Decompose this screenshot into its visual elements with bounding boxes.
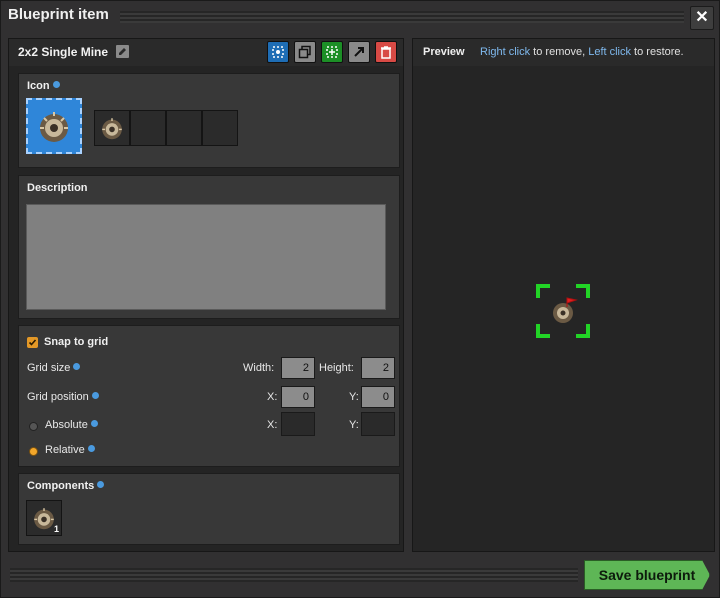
pos-x-input[interactable]: 0 (281, 386, 315, 408)
abs-x-input[interactable] (281, 412, 315, 436)
snap-checkbox[interactable] (27, 336, 38, 348)
export-button[interactable] (348, 41, 370, 63)
mining-drill-icon (40, 112, 68, 142)
icon-slot[interactable] (202, 110, 238, 146)
relative-radio[interactable] (29, 447, 38, 456)
blueprint-icon-main[interactable] (26, 98, 82, 154)
delete-button[interactable] (375, 41, 397, 63)
relative-label: Relative (45, 444, 95, 456)
rename-icon[interactable] (116, 45, 129, 58)
select-green-icon (326, 46, 338, 58)
info-icon[interactable] (73, 363, 81, 370)
height-label: Height: (319, 362, 354, 374)
info-icon[interactable] (90, 420, 98, 427)
preview-canvas[interactable] (413, 66, 714, 551)
info-icon[interactable] (52, 81, 60, 88)
abs-x-label: X: (267, 419, 278, 431)
select-green-button[interactable] (321, 41, 343, 63)
grid-position-label: Grid position (27, 391, 99, 403)
mining-drill-icon (553, 303, 573, 323)
blueprint-name: 2x2 Single Mine (18, 45, 109, 59)
pos-y-label: Y: (349, 391, 359, 403)
footer: Save blueprint (0, 556, 720, 598)
blueprint-header: 2x2 Single Mine (9, 39, 403, 66)
abs-y-input[interactable] (361, 412, 395, 436)
select-area-button[interactable] (267, 41, 289, 63)
width-label: Width: (243, 362, 275, 374)
snap-to-grid-row[interactable]: Snap to grid (27, 336, 108, 348)
height-input[interactable]: 2 (361, 357, 395, 379)
copy-button[interactable] (294, 41, 316, 63)
component-count: 1 (53, 524, 59, 534)
component-slot[interactable]: 1 (26, 500, 62, 536)
blueprint-toolbar (267, 41, 397, 63)
preview-header: Preview Right click to remove, Left clic… (413, 39, 714, 66)
width-input[interactable]: 2 (281, 357, 315, 379)
drag-handle[interactable] (120, 11, 684, 23)
preview-title: Preview (423, 46, 465, 58)
export-icon (354, 47, 364, 57)
window-title: Blueprint item (8, 6, 109, 23)
close-button[interactable]: ✕ (690, 6, 714, 30)
preview-entity[interactable] (534, 282, 592, 340)
pos-y-input[interactable]: 0 (361, 386, 395, 408)
title-bar[interactable]: Blueprint item ✕ (0, 0, 720, 34)
snap-label: Snap to grid (44, 336, 109, 348)
info-icon[interactable] (87, 445, 95, 452)
icon-section: Icon (18, 73, 400, 168)
checkmark-icon (28, 338, 37, 346)
absolute-label: Absolute (45, 419, 98, 431)
icon-slot[interactable] (130, 110, 166, 146)
preview-hint: Right click to remove, Left click to res… (480, 46, 684, 58)
icon-slot[interactable] (166, 110, 202, 146)
icon-section-title: Icon (27, 80, 60, 92)
trash-icon (381, 46, 391, 59)
select-area-icon (272, 46, 284, 58)
selection-frame-icon (536, 284, 590, 338)
footer-drag-handle[interactable] (10, 568, 578, 582)
pos-x-label: X: (267, 391, 278, 403)
description-section-title: Description (27, 182, 88, 194)
info-icon[interactable] (97, 481, 105, 488)
absolute-radio[interactable] (29, 422, 38, 431)
abs-y-label: Y: (349, 419, 359, 431)
grid-size-label: Grid size (27, 362, 81, 374)
preview-panel: Preview Right click to remove, Left clic… (412, 38, 715, 552)
close-icon: ✕ (695, 9, 709, 26)
icon-slot[interactable] (94, 110, 130, 146)
copy-icon (298, 45, 311, 59)
icon-slots (94, 110, 238, 146)
components-section-title: Components (27, 480, 105, 492)
components-section: Components 1 (18, 473, 400, 545)
save-blueprint-button[interactable]: Save blueprint (584, 560, 710, 590)
description-section: Description (18, 175, 400, 319)
blueprint-window: Blueprint item ✕ 2x2 Single Mine Icon De… (0, 0, 720, 598)
info-icon[interactable] (91, 392, 99, 399)
blueprint-settings-panel: 2x2 Single Mine Icon Description Snap to… (8, 38, 404, 552)
description-textbox[interactable] (26, 204, 386, 310)
grid-section: Snap to grid Grid size Width: 2 Height: … (18, 325, 400, 467)
mining-drill-icon (102, 118, 122, 140)
